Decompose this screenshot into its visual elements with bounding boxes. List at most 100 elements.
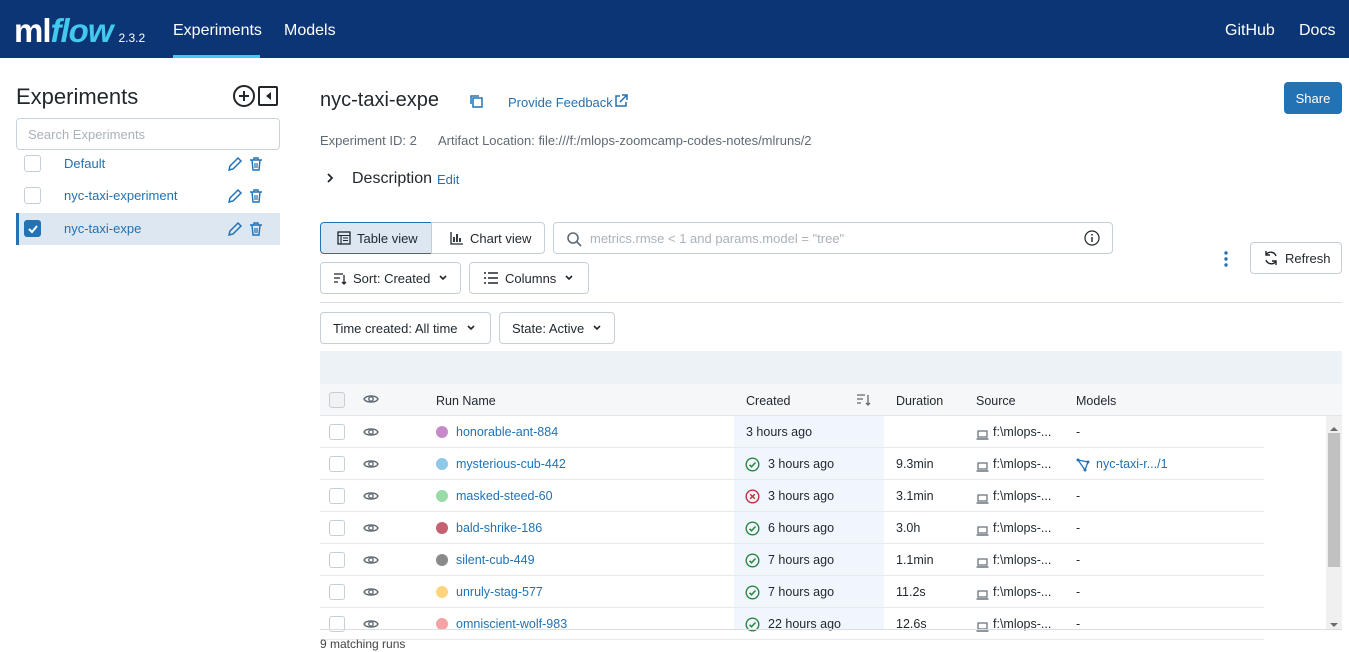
row-checkbox[interactable] bbox=[329, 456, 345, 472]
run-name-link[interactable]: honorable-ant-884 bbox=[456, 425, 558, 439]
table-header: Run Name Created Duration Source Models bbox=[320, 384, 1342, 416]
row-checkbox[interactable] bbox=[329, 520, 345, 536]
eye-icon[interactable] bbox=[363, 426, 379, 441]
sidebar-item-nyc-taxi-expe[interactable]: nyc-taxi-expe bbox=[16, 213, 280, 245]
run-color-dot[interactable] bbox=[436, 426, 448, 438]
run-color-dot[interactable] bbox=[436, 458, 448, 470]
scroll-up-icon[interactable] bbox=[1329, 421, 1339, 436]
eye-icon[interactable] bbox=[363, 618, 379, 633]
edit-icon[interactable] bbox=[227, 156, 243, 172]
state-dropdown[interactable]: State: Active bbox=[499, 312, 615, 344]
provide-feedback-link[interactable]: Provide Feedback bbox=[508, 95, 613, 110]
run-name-link[interactable]: unruly-stag-577 bbox=[456, 585, 543, 599]
column-header-run-name[interactable]: Run Name bbox=[436, 394, 496, 408]
column-header-duration[interactable]: Duration bbox=[896, 394, 943, 408]
mlflow-logo[interactable]: ml flow 2.3.2 bbox=[14, 4, 145, 54]
bar-chart-icon bbox=[450, 231, 464, 245]
run-name-link[interactable]: masked-steed-60 bbox=[456, 489, 553, 503]
external-link-icon[interactable] bbox=[614, 94, 628, 108]
run-color-dot[interactable] bbox=[436, 554, 448, 566]
run-search-box[interactable] bbox=[553, 222, 1113, 254]
search-experiments-input[interactable] bbox=[16, 118, 280, 150]
sidebar-item-nyc-taxi-experiment[interactable]: nyc-taxi-experiment bbox=[16, 180, 280, 212]
table-row[interactable]: omniscient-wolf-983 22 hours ago 12.6s f:\m… bbox=[320, 608, 1264, 640]
description-edit-link[interactable]: Edit bbox=[437, 172, 459, 187]
sort-label: Sort: Created bbox=[353, 270, 431, 286]
table-row[interactable]: bald-shrike-186 6 hours ago 3.0h f:\mlops-.… bbox=[320, 512, 1264, 544]
time-created-label: Time created: All time bbox=[333, 320, 458, 336]
model-link[interactable]: nyc-taxi-r.../1 bbox=[1096, 457, 1168, 471]
sort-descending-icon[interactable] bbox=[856, 393, 872, 410]
edit-icon[interactable] bbox=[227, 221, 243, 237]
info-icon[interactable] bbox=[1084, 230, 1100, 249]
more-options-icon[interactable] bbox=[1222, 250, 1230, 268]
refresh-button[interactable]: Refresh bbox=[1250, 242, 1342, 274]
add-experiment-icon[interactable] bbox=[232, 84, 256, 108]
sidebar-item-default[interactable]: Default bbox=[16, 148, 280, 180]
run-name-link[interactable]: mysterious-cub-442 bbox=[456, 457, 566, 471]
table-row[interactable]: unruly-stag-577 7 hours ago 11.2s f:\mlops-… bbox=[320, 576, 1264, 608]
delete-icon[interactable] bbox=[249, 156, 263, 172]
collapse-sidebar-icon[interactable] bbox=[256, 84, 280, 108]
scrollbar-thumb[interactable] bbox=[1328, 433, 1340, 567]
source-cell: f:\mlops-... bbox=[993, 585, 1052, 599]
experiment-checkbox[interactable] bbox=[24, 155, 41, 172]
table-row[interactable]: masked-steed-60 3 hours ago 3.1min f:\mlops… bbox=[320, 480, 1264, 512]
experiment-name[interactable]: nyc-taxi-expe bbox=[64, 221, 141, 236]
chart-view-button[interactable]: Chart view bbox=[431, 222, 545, 254]
delete-icon[interactable] bbox=[249, 188, 263, 204]
created-cell: 7 hours ago bbox=[768, 585, 835, 599]
registered-model-icon bbox=[1076, 458, 1090, 475]
created-cell: 7 hours ago bbox=[768, 553, 835, 567]
experiment-checkbox[interactable] bbox=[24, 187, 41, 204]
run-color-dot[interactable] bbox=[436, 522, 448, 534]
experiment-checkbox-checked[interactable] bbox=[24, 220, 41, 237]
row-checkbox[interactable] bbox=[329, 584, 345, 600]
table-row[interactable]: mysterious-cub-442 3 hours ago 9.3min f:\ml… bbox=[320, 448, 1264, 480]
select-all-checkbox[interactable] bbox=[329, 392, 345, 408]
run-color-dot[interactable] bbox=[436, 586, 448, 598]
columns-dropdown[interactable]: Columns bbox=[469, 262, 589, 294]
experiment-id: Experiment ID: 2 bbox=[320, 133, 417, 148]
copy-icon[interactable] bbox=[469, 94, 484, 109]
nav-github[interactable]: GitHub bbox=[1225, 0, 1275, 58]
logo-flow-text: flow bbox=[50, 12, 114, 49]
eye-icon[interactable] bbox=[363, 586, 379, 601]
edit-icon[interactable] bbox=[227, 188, 243, 204]
refresh-label: Refresh bbox=[1285, 250, 1331, 266]
run-color-dot[interactable] bbox=[436, 490, 448, 502]
table-icon bbox=[337, 231, 351, 245]
run-search-input[interactable] bbox=[590, 228, 1070, 248]
table-group-header bbox=[320, 351, 1342, 384]
nav-experiments[interactable]: Experiments bbox=[173, 0, 262, 58]
share-button[interactable]: Share bbox=[1284, 82, 1342, 114]
description-toggle[interactable]: Description bbox=[352, 170, 432, 188]
eye-icon[interactable] bbox=[363, 490, 379, 505]
eye-icon[interactable] bbox=[363, 393, 379, 408]
eye-icon[interactable] bbox=[363, 522, 379, 537]
nav-models[interactable]: Models bbox=[284, 0, 336, 58]
row-checkbox[interactable] bbox=[329, 552, 345, 568]
run-name-link[interactable]: bald-shrike-186 bbox=[456, 521, 542, 535]
column-header-models[interactable]: Models bbox=[1076, 394, 1116, 408]
experiment-name[interactable]: Default bbox=[64, 156, 105, 171]
success-status-icon bbox=[745, 457, 760, 472]
chevron-right-icon[interactable] bbox=[325, 172, 335, 184]
column-header-created[interactable]: Created bbox=[746, 394, 790, 408]
table-view-button[interactable]: Table view bbox=[320, 222, 432, 254]
experiment-name[interactable]: nyc-taxi-experiment bbox=[64, 188, 177, 203]
eye-icon[interactable] bbox=[363, 554, 379, 569]
chevron-down-icon bbox=[466, 324, 476, 332]
table-row[interactable]: silent-cub-449 7 hours ago 1.1min f:\mlops-… bbox=[320, 544, 1264, 576]
run-name-link[interactable]: silent-cub-449 bbox=[456, 553, 535, 567]
sort-dropdown[interactable]: Sort: Created bbox=[320, 262, 461, 294]
time-created-dropdown[interactable]: Time created: All time bbox=[320, 312, 491, 344]
table-row[interactable]: honorable-ant-884 3 hours ago f:\mlops-...… bbox=[320, 416, 1264, 448]
row-checkbox[interactable] bbox=[329, 424, 345, 440]
nav-docs[interactable]: Docs bbox=[1299, 0, 1335, 58]
eye-icon[interactable] bbox=[363, 458, 379, 473]
column-header-source[interactable]: Source bbox=[976, 394, 1016, 408]
row-checkbox[interactable] bbox=[329, 488, 345, 504]
top-navbar: ml flow 2.3.2 Experiments Models GitHub … bbox=[0, 0, 1349, 58]
delete-icon[interactable] bbox=[249, 221, 263, 237]
